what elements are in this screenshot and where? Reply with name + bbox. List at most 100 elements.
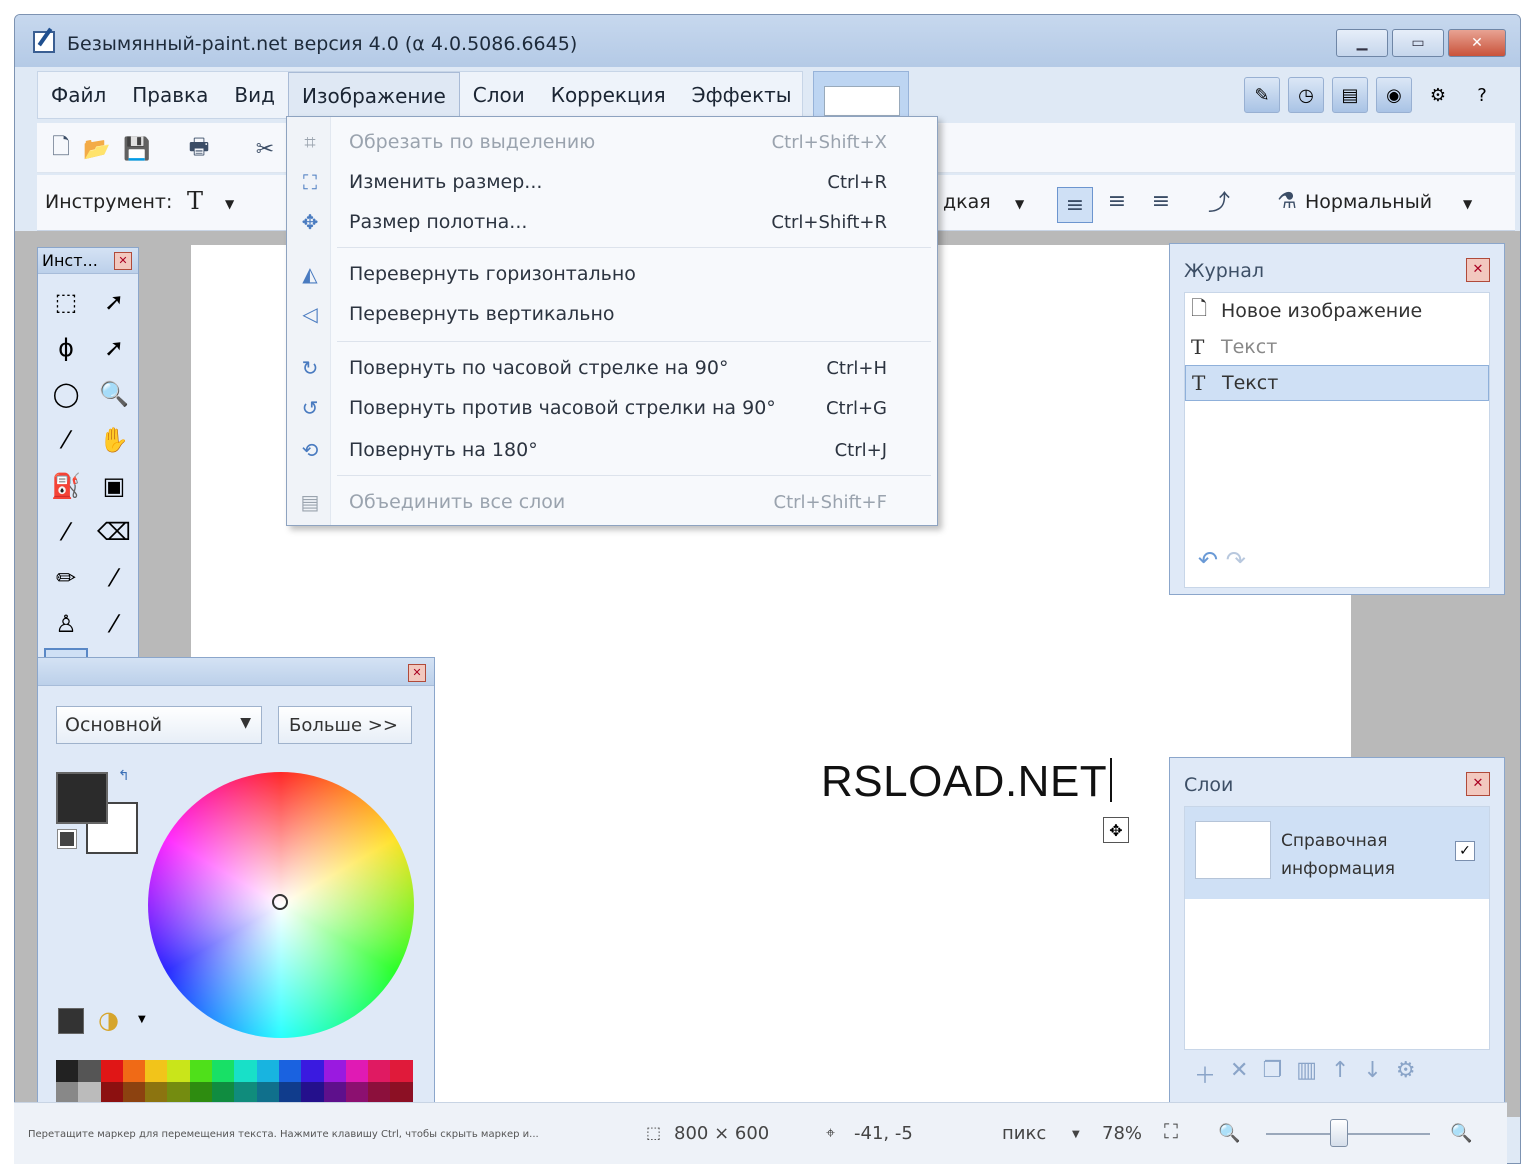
menu-item-flip-horizontal[interactable]: ◭ Перевернуть горизонтально xyxy=(287,255,937,293)
history-window-toggle-icon[interactable]: ◷ xyxy=(1288,77,1324,113)
tool-dropdown-arrow-icon[interactable]: ▼ xyxy=(225,197,234,211)
list-item[interactable]: T Текст xyxy=(1185,329,1489,365)
text-move-handle-icon[interactable]: ✥ xyxy=(1103,817,1129,843)
history-list: 🗋 Новое изображение T Текст T Текст xyxy=(1184,292,1490,588)
layers-close-icon[interactable]: ✕ xyxy=(1466,772,1490,796)
menu-item-resize[interactable]: ⛶ Изменить размер... Ctrl+R xyxy=(287,163,937,201)
move-selection-icon[interactable]: ➚ xyxy=(92,326,136,370)
history-close-icon[interactable]: ✕ xyxy=(1466,258,1490,282)
menu-item-canvas-size[interactable]: ✥ Размер полотна... Ctrl+Shift+R xyxy=(287,203,937,241)
move-layer-down-icon[interactable]: ↓ xyxy=(1363,1058,1381,1090)
palette-swatch-icon[interactable] xyxy=(58,1008,84,1034)
zoom-to-window-icon[interactable]: ⛶ xyxy=(1164,1119,1178,1143)
paint-bucket-icon[interactable]: ⛽ xyxy=(44,464,88,508)
paintbrush-icon[interactable]: ⁄ xyxy=(44,510,88,554)
menu-file[interactable]: Файл xyxy=(38,72,119,118)
menu-view[interactable]: Вид xyxy=(221,72,288,118)
more-colors-button[interactable]: Больше >> xyxy=(278,706,412,744)
color-mode-select[interactable]: Основной ▼ xyxy=(56,706,262,744)
zoom-slider-track[interactable] xyxy=(1266,1133,1430,1135)
palette-dropdown-icon[interactable]: ▼ xyxy=(138,1014,146,1025)
ellipse-select-icon[interactable]: ◯ xyxy=(44,372,88,416)
eraser-icon[interactable]: ⌫ xyxy=(92,510,136,554)
menu-item-rotate-ccw[interactable]: ↺ Повернуть против часовой стрелки на 90°… xyxy=(287,389,937,427)
menu-item-flip-vertical[interactable]: ◁ Перевернуть вертикально xyxy=(287,295,937,333)
tools-window-toggle-icon[interactable]: ✎ xyxy=(1244,77,1280,113)
save-icon[interactable]: 💾 xyxy=(123,135,151,163)
layers-title: Слои xyxy=(1184,774,1234,796)
menu-item-rotate-180[interactable]: ⟲ Повернуть на 180° Ctrl+J xyxy=(287,431,937,469)
primary-color-swatch[interactable] xyxy=(56,772,108,824)
layers-window-toggle-icon[interactable]: ▤ xyxy=(1332,77,1368,113)
move-selected-icon[interactable]: ➚ xyxy=(92,280,136,324)
redo-icon[interactable]: ↷ xyxy=(1226,546,1246,574)
new-file-icon[interactable]: 🗋 xyxy=(47,135,75,163)
rect-select-icon[interactable]: ⬚ xyxy=(44,280,88,324)
antialias-dropdown-icon[interactable]: ▼ xyxy=(1015,197,1024,211)
close-button[interactable]: ✕ xyxy=(1448,29,1506,57)
zoom-slider-knob[interactable] xyxy=(1330,1119,1348,1147)
layer-properties-icon[interactable]: ⚙ xyxy=(1396,1058,1416,1090)
color-picker-icon[interactable]: ⁄ xyxy=(92,556,136,600)
merge-layer-icon[interactable]: ▥ xyxy=(1296,1058,1317,1090)
menu-item-rotate-cw[interactable]: ↻ Повернуть по часовой стрелке на 90° Ctrl… xyxy=(287,349,937,387)
list-item[interactable]: 🗋 Новое изображение xyxy=(1185,293,1489,329)
zoom-in-icon[interactable]: 🔍 xyxy=(1450,1123,1472,1144)
layer-row[interactable]: Справочная информация ✓ xyxy=(1185,807,1489,899)
print-icon[interactable]: 🖶 xyxy=(185,135,213,163)
menu-image[interactable]: Изображение xyxy=(287,72,460,118)
align-center-icon[interactable]: ≡ xyxy=(1103,187,1131,215)
units-select[interactable]: пикс xyxy=(1002,1123,1046,1144)
cut-icon[interactable]: ✂ xyxy=(251,135,279,163)
align-left-icon[interactable]: ≡ xyxy=(1057,187,1093,223)
magic-wand-icon[interactable]: ⁄ xyxy=(44,418,88,462)
zoom-icon[interactable]: 🔍 xyxy=(92,372,136,416)
units-dropdown-icon[interactable]: ▼ xyxy=(1072,1129,1080,1140)
blend-mode-select[interactable]: Нормальный xyxy=(1305,191,1432,213)
pan-icon[interactable]: ✋ xyxy=(92,418,136,462)
pencil-icon[interactable]: ✏ xyxy=(44,556,88,600)
menu-effects[interactable]: Эффекты xyxy=(679,72,805,118)
antialiasing-label[interactable]: дкая xyxy=(943,191,991,213)
lasso-select-icon[interactable]: ϕ xyxy=(44,326,88,370)
blend-dropdown-icon[interactable]: ▼ xyxy=(1463,197,1472,211)
open-file-icon[interactable]: 📂 xyxy=(83,135,111,163)
undo-icon[interactable]: ↶ xyxy=(1198,546,1218,574)
gradient-icon[interactable]: ▣ xyxy=(92,464,136,508)
reset-colors-icon[interactable] xyxy=(57,829,77,849)
menu-item-flatten[interactable]: ▤ Объединить все слои Ctrl+Shift+F xyxy=(287,483,937,521)
current-tool-icon[interactable]: T xyxy=(187,187,203,215)
swap-colors-icon[interactable]: ↰ xyxy=(118,768,130,784)
colors-window-toggle-icon[interactable]: ◉ xyxy=(1376,77,1412,113)
flatten-icon: ▤ xyxy=(300,490,320,514)
tools-close-icon[interactable]: ✕ xyxy=(114,252,132,270)
delete-layer-icon[interactable]: ✕ xyxy=(1230,1058,1248,1090)
move-layer-up-icon[interactable]: ↑ xyxy=(1331,1058,1349,1090)
menu-item-crop[interactable]: ⌗ Обрезать по выделению Ctrl+Shift+X xyxy=(287,123,937,161)
add-layer-icon[interactable]: ＋ xyxy=(1194,1058,1216,1090)
minimize-button[interactable]: ▁ xyxy=(1336,29,1388,57)
maximize-button[interactable]: ▭ xyxy=(1392,29,1444,57)
color-wheel-cursor xyxy=(272,894,288,910)
clone-stamp-icon[interactable]: ♙ xyxy=(44,602,88,646)
rotate-ccw-icon: ↺ xyxy=(301,396,319,420)
settings-icon[interactable]: ⚙ xyxy=(1420,77,1456,113)
zoom-level-text[interactable]: 78% xyxy=(1102,1123,1142,1144)
help-icon[interactable]: ? xyxy=(1464,77,1500,113)
align-right-icon[interactable]: ≡ xyxy=(1147,187,1175,215)
menu-edit[interactable]: Правка xyxy=(119,72,221,118)
list-item[interactable]: T Текст xyxy=(1185,365,1489,401)
recolor-icon[interactable]: ⁄ xyxy=(92,602,136,646)
menu-layers[interactable]: Слои xyxy=(460,72,538,118)
colors-close-icon[interactable]: ✕ xyxy=(408,664,426,682)
duplicate-layer-icon[interactable]: ❐ xyxy=(1262,1058,1282,1090)
layer-visibility-checkbox[interactable]: ✓ xyxy=(1455,841,1475,861)
menu-adjustments[interactable]: Коррекция xyxy=(538,72,679,118)
antialiasing-curve-icon[interactable]: ⤴ xyxy=(1205,187,1233,216)
zoom-out-icon[interactable]: 🔍 xyxy=(1218,1123,1240,1144)
color-palette[interactable] xyxy=(56,1060,414,1104)
paintnet-app-icon xyxy=(33,31,55,53)
tools-panel: Инст... ✕ ⬚ ➚ ϕ ➚ ◯ 🔍 ⁄ ✋ ⛽ ▣ ⁄ ⌫ ✏ ⁄ ♙ … xyxy=(37,247,139,703)
canvas-text-layer[interactable]: RSLOAD.NET xyxy=(821,757,1113,807)
palette-menu-icon[interactable]: ◑ xyxy=(98,1006,119,1034)
